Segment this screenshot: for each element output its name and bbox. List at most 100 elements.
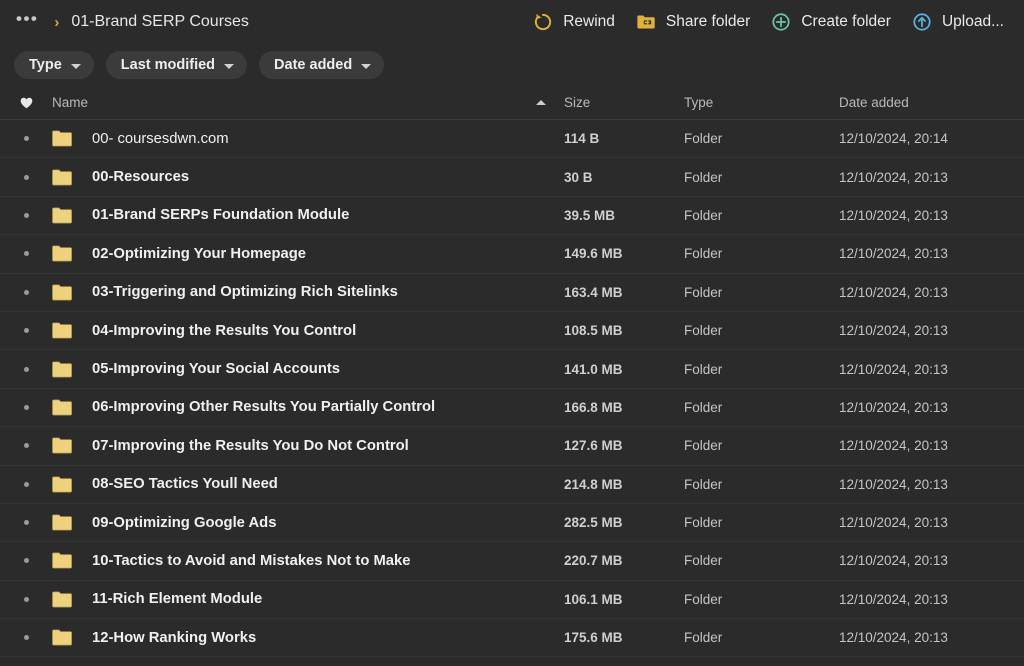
folder-icon [52, 361, 72, 377]
row-name-cell[interactable]: 04-Improving the Results You Control [52, 322, 564, 339]
table-row[interactable]: 11-Rich Element Module 106.1 MB Folder 12/1… [0, 581, 1024, 620]
share-folder-button[interactable]: Share folder [625, 6, 760, 38]
folder-icon [52, 284, 72, 301]
row-name-label: 06-Improving Other Results You Partially… [92, 399, 436, 416]
chevron-down-icon [361, 63, 372, 69]
bullet-icon [23, 404, 29, 410]
row-name-cell[interactable]: 08-SEO Tactics Youll Need [52, 476, 564, 493]
row-size-cell: 282.5 MB [564, 515, 623, 531]
row-name-cell[interactable]: 02-Optimizing Your Homepage [52, 245, 564, 262]
row-size-cell: 106.1 MB [564, 591, 623, 607]
row-favorite-toggle[interactable] [0, 596, 52, 602]
table-row[interactable]: 01-Brand SERPs Foundation Module 39.5 MB F… [0, 197, 1024, 236]
row-name-cell[interactable]: 05-Improving Your Social Accounts [52, 361, 564, 378]
table-row[interactable]: 09-Optimizing Google Ads 282.5 MB Folder 12… [0, 504, 1024, 543]
row-name-cell[interactable]: 01-Brand SERPs Foundation Module [52, 207, 564, 224]
table-row[interactable]: 05-Improving Your Social Accounts 141.0 M… [0, 350, 1024, 389]
row-favorite-toggle[interactable] [0, 328, 52, 334]
filter-chip-type-label: Type [29, 57, 62, 73]
row-size-cell: 30 B [564, 169, 593, 185]
row-type-cell: Folder [684, 591, 723, 607]
table-row[interactable]: 00- coursesdwn.com 114 B Folder 12/10/2024,… [0, 120, 1024, 159]
bullet-icon [23, 174, 29, 180]
row-date-added-cell: 12/10/2024, 20:13 [839, 591, 948, 607]
row-type-cell: Folder [684, 438, 723, 454]
row-favorite-toggle[interactable] [0, 212, 52, 218]
create-folder-icon [772, 13, 790, 31]
row-size-cell: 39.5 MB [564, 207, 616, 223]
row-name-cell[interactable]: 00- coursesdwn.com [52, 130, 564, 147]
table-row[interactable]: 10-Tactics to Avoid and Mistakes Not to … [0, 542, 1024, 581]
table-row[interactable]: 03-Triggering and Optimizing Rich Siteli… [0, 274, 1024, 312]
top-bar: ••• › 01-Brand SERP Courses Rewind Share… [0, 0, 1024, 44]
table-row[interactable]: 04-Improving the Results You Control 108.… [0, 312, 1024, 351]
row-name-cell[interactable]: 07-Improving the Results You Do Not Cont… [52, 437, 564, 454]
breadcrumb-current-folder[interactable]: 01-Brand SERP Courses [71, 13, 249, 31]
size-column-header[interactable]: Size [564, 95, 684, 110]
row-date-added-cell: 12/10/2024, 20:13 [839, 284, 948, 300]
row-favorite-toggle[interactable] [0, 443, 52, 449]
bullet-icon [23, 328, 29, 334]
row-favorite-toggle[interactable] [0, 174, 52, 180]
date-added-column-header[interactable]: Date added [839, 95, 1010, 110]
folder-icon [52, 629, 72, 646]
row-name-cell[interactable]: 03-Triggering and Optimizing Rich Siteli… [52, 284, 564, 301]
table-row[interactable]: 08-SEO Tactics Youll Need 214.8 MB Folder 1… [0, 466, 1024, 504]
upload-icon [913, 13, 931, 31]
folder-icon [52, 169, 72, 185]
row-date-added-cell: 12/10/2024, 20:13 [839, 553, 948, 569]
breadcrumb-overflow-button[interactable]: ••• [14, 10, 44, 30]
filter-chip-date-added-label: Date added [274, 57, 353, 73]
row-date-added-cell: 12/10/2024, 20:13 [839, 246, 948, 262]
row-date-added-cell: 12/10/2024, 20:13 [839, 630, 948, 646]
row-type-cell: Folder [684, 361, 723, 377]
rewind-icon [535, 13, 552, 31]
name-column-header[interactable]: Name [52, 95, 564, 110]
bullet-icon [23, 251, 29, 257]
table-row[interactable]: 02-Optimizing Your Homepage 149.6 MB Folde… [0, 235, 1024, 274]
filter-chip-last-modified[interactable]: Last modified [105, 51, 248, 79]
row-size-cell: 214.8 MB [564, 476, 623, 492]
row-name-cell[interactable]: 11-Rich Element Module [52, 591, 564, 608]
row-date-added-cell: 12/10/2024, 20:13 [839, 361, 948, 377]
row-type-cell: Folder [684, 169, 723, 185]
row-name-cell[interactable]: 09-Optimizing Google Ads [52, 514, 564, 531]
row-favorite-toggle[interactable] [0, 404, 52, 410]
type-column-header[interactable]: Type [684, 95, 839, 110]
row-favorite-toggle[interactable] [0, 558, 52, 564]
rewind-button[interactable]: Rewind [522, 6, 625, 38]
row-name-label: 02-Optimizing Your Homepage [92, 245, 307, 262]
filter-chip-type[interactable]: Type [14, 51, 94, 79]
row-favorite-toggle[interactable] [0, 366, 52, 372]
row-date-added-cell: 12/10/2024, 20:13 [839, 207, 948, 223]
folder-icon [52, 553, 72, 569]
filter-chip-date-added[interactable]: Date added [259, 51, 385, 79]
upload-label: Upload... [941, 13, 1004, 30]
favorite-column-header[interactable] [0, 97, 52, 109]
row-favorite-toggle[interactable] [0, 136, 52, 142]
table-row[interactable]: 07-Improving the Results You Do Not Cont… [0, 427, 1024, 466]
table-row[interactable]: 00-Resources 30 B Folder 12/10/2024, 20:13 [0, 158, 1024, 197]
row-favorite-toggle[interactable] [0, 251, 52, 257]
row-name-label: 00-Resources [92, 169, 190, 186]
row-type-cell: Folder [684, 131, 723, 147]
row-favorite-toggle[interactable] [0, 635, 52, 641]
row-favorite-toggle[interactable] [0, 289, 52, 295]
row-name-cell[interactable]: 00-Resources [52, 169, 564, 186]
upload-button[interactable]: Upload... [901, 6, 1014, 38]
chevron-down-icon [70, 63, 81, 69]
row-date-added-cell: 12/10/2024, 20:13 [839, 323, 948, 339]
row-name-label: 00- coursesdwn.com [92, 130, 229, 147]
row-favorite-toggle[interactable] [0, 520, 52, 526]
row-name-cell[interactable]: 06-Improving Other Results You Partially… [52, 399, 564, 416]
row-name-cell[interactable]: 10-Tactics to Avoid and Mistakes Not to … [52, 552, 564, 569]
table-row[interactable]: 12-How Ranking Works 175.6 MB Folder 12/10/… [0, 619, 1024, 658]
row-name-label: 05-Improving Your Social Accounts [92, 361, 341, 378]
share-folder-icon [637, 15, 655, 29]
row-size-cell: 108.5 MB [564, 323, 623, 339]
create-folder-button[interactable]: Create folder [760, 6, 901, 38]
row-favorite-toggle[interactable] [0, 481, 52, 487]
table-row[interactable]: 06-Improving Other Results You Partially… [0, 389, 1024, 428]
bullet-icon [23, 136, 29, 142]
row-name-cell[interactable]: 12-How Ranking Works [52, 629, 564, 646]
